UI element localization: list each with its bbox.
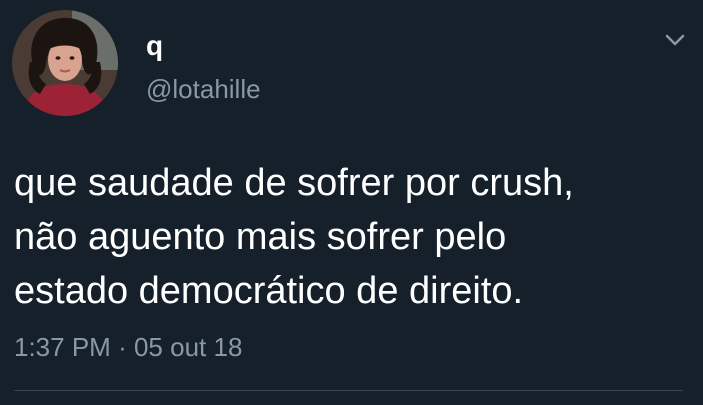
tweet-text-line: não aguento mais sofrer pelo (14, 216, 507, 258)
tweet-time: 1:37 PM (14, 332, 111, 362)
profile-photo-icon (12, 10, 118, 116)
tweet-timestamp[interactable]: 1:37 PM · 05 out 18 (14, 332, 242, 362)
divider (14, 390, 683, 391)
tweet-text-line: que saudade de sofrer por crush, (14, 162, 574, 204)
tweet-text: que saudade de sofrer por crush, não agu… (14, 156, 684, 318)
tweet-text-line: estado democrático de direito. (14, 270, 524, 312)
tweet-menu-button[interactable] (660, 28, 690, 52)
tweet-date: 05 out 18 (133, 332, 243, 362)
username-handle[interactable]: @lotahille (146, 74, 261, 104)
tweet-card: q @lotahille que saudade de sofrer por c… (0, 0, 703, 405)
chevron-down-icon (665, 34, 685, 46)
avatar[interactable] (12, 10, 118, 116)
display-name[interactable]: q (146, 30, 163, 62)
timestamp-separator: · (118, 332, 127, 362)
